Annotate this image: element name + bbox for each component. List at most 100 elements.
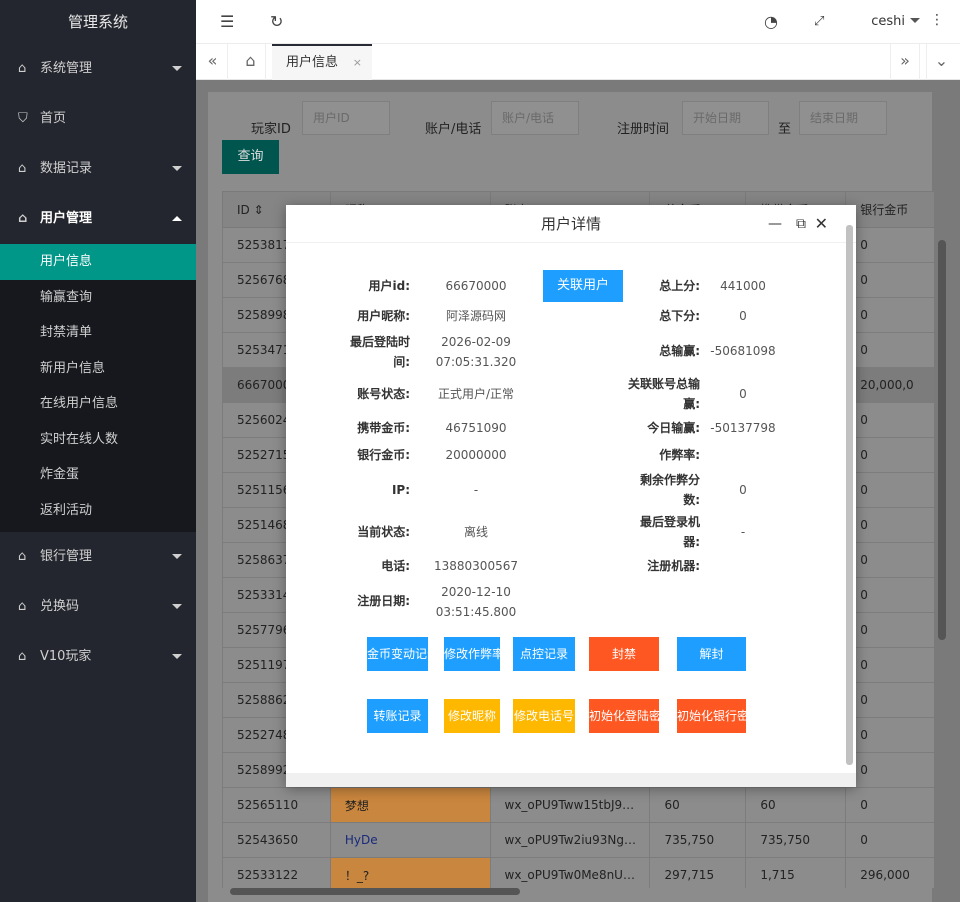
tab-bar: « ⌂ 用户信息 × » ⌄: [196, 44, 960, 80]
menu-label: 用户管理: [40, 211, 93, 226]
modify-nickname-button[interactable]: 修改昵称: [444, 699, 500, 733]
point-control-record-button[interactable]: 点控记录: [513, 637, 575, 671]
player-id-label: 玩家ID: [251, 122, 291, 137]
table-cell: 20,000,0: [845, 367, 934, 403]
user-detail-modal: 用户详情 — ⧉ ✕ 用户id: 66670000 关联用户 用户昵称: 阿泽源…: [286, 205, 856, 787]
modify-phone-button[interactable]: 修改电话号: [513, 699, 575, 733]
table-cell: 0: [845, 402, 934, 438]
submenu-online-users[interactable]: 在线用户信息: [0, 386, 196, 422]
chevron-down-icon: [172, 654, 182, 659]
minimize-icon[interactable]: —: [768, 205, 782, 243]
table-cell: 0: [845, 332, 934, 368]
collapse-menu-icon[interactable]: ☰: [220, 12, 234, 31]
table-row[interactable]: 52565110 梦想 wx_oPU9Tww15tbJ9… 60 60 0: [222, 787, 934, 823]
submenu-user-info[interactable]: 用户信息: [0, 244, 196, 280]
table-cell: 0: [845, 612, 934, 648]
submenu-realtime-online[interactable]: 实时在线人数: [0, 422, 196, 458]
menu-user-management[interactable]: ⌂ 用户管理: [0, 194, 196, 244]
menu-label: V10玩家: [40, 649, 92, 664]
modal-header: 用户详情 — ⧉ ✕: [286, 205, 856, 243]
menu-system[interactable]: ⌂ 系统管理: [0, 44, 196, 94]
table-cell: 0: [845, 542, 934, 578]
gold-change-record-button[interactable]: 金币变动记录: [367, 637, 428, 671]
transfer-record-button[interactable]: 转账记录: [367, 699, 428, 733]
table-horizontal-scrollbar[interactable]: [230, 888, 520, 895]
refresh-icon[interactable]: ↻: [270, 12, 283, 31]
close-icon[interactable]: ×: [353, 46, 362, 80]
link-user-button[interactable]: 关联用户: [543, 270, 623, 302]
home-tab-icon[interactable]: ⌂: [236, 44, 266, 80]
table-row[interactable]: 52543650 HyDe wx_oPU9Tw2iu93Ng… 735,750 735,…: [222, 822, 934, 858]
today-win-loss-value: -50137798: [710, 421, 776, 435]
menu-home[interactable]: ⛉ 首页: [0, 94, 196, 144]
user-menu[interactable]: ceshi: [871, 14, 920, 29]
home-icon: ⌂: [18, 161, 27, 176]
last-login-machine-value: -: [740, 525, 746, 539]
submenu-win-loss[interactable]: 输赢查询: [0, 280, 196, 316]
reset-bank-password-button[interactable]: 初始化银行密码: [677, 699, 746, 733]
linked-win-loss-label: 关联账号总输赢:: [627, 377, 700, 411]
ip-label: IP:: [391, 483, 410, 497]
table-cell: 1,715: [745, 857, 847, 888]
fullscreen-icon[interactable]: ⤢: [814, 14, 824, 29]
menu-label: 兑换码: [40, 599, 80, 614]
chevron-up-icon: [172, 216, 182, 221]
table-cell: 297,715: [649, 857, 747, 888]
menu-label: 系统管理: [40, 61, 93, 76]
unban-button[interactable]: 解封: [677, 637, 746, 671]
table-cell: 735,750: [649, 822, 747, 858]
submenu-golden-egg[interactable]: 炸金蛋: [0, 457, 196, 493]
more-vertical-icon[interactable]: ⋮: [930, 12, 944, 28]
menu-label: 银行管理: [40, 549, 93, 564]
chevron-down-icon: [172, 66, 182, 71]
tab-user-info[interactable]: 用户信息 ×: [272, 44, 372, 80]
column-header: 银行金币: [845, 191, 934, 228]
ban-button[interactable]: 封禁: [589, 637, 659, 671]
theme-palette-icon[interactable]: ◔: [764, 12, 778, 31]
table-cell: 0: [845, 752, 934, 788]
tabs-scroll-left-icon[interactable]: «: [198, 44, 228, 80]
total-win-loss-label: 总输赢:: [659, 344, 700, 358]
table-vertical-scrollbar[interactable]: [938, 240, 946, 640]
end-date-input[interactable]: 结束日期: [799, 101, 887, 135]
account-input[interactable]: 账户/电话: [491, 101, 579, 135]
submenu-rebate[interactable]: 返利活动: [0, 493, 196, 529]
menu-label: 首页: [40, 111, 67, 126]
start-date-input[interactable]: 开始日期: [682, 101, 769, 135]
maximize-icon[interactable]: ⧉: [796, 205, 806, 243]
table-cell: ！_?: [329, 857, 491, 888]
table-cell: 0: [845, 297, 934, 333]
modal-scrollbar[interactable]: [846, 225, 853, 765]
tabs-menu-chevron-icon[interactable]: ⌄: [926, 44, 956, 80]
cheat-rate-label: 作弊率:: [659, 448, 700, 462]
total-win-loss-value: -50681098: [710, 344, 776, 358]
carry-gold-label: 携带金币:: [357, 421, 410, 435]
close-icon[interactable]: ✕: [815, 205, 828, 243]
reg-date-value: 2020-12-10 03:51:45.800: [435, 585, 517, 619]
query-button[interactable]: 查询: [222, 140, 279, 174]
user-id-value: 66670000: [445, 279, 507, 293]
tabs-scroll-right-icon[interactable]: »: [890, 44, 920, 80]
total-withdraw-value: 0: [739, 309, 747, 323]
last-login-value: 2026-02-09 07:05:31.320: [435, 335, 517, 369]
player-id-input[interactable]: 用户ID: [302, 101, 390, 135]
menu-data-records[interactable]: ⌂ 数据记录: [0, 144, 196, 194]
menu-label: 数据记录: [40, 161, 93, 176]
modify-cheat-rate-button[interactable]: 修改作弊率: [444, 637, 500, 671]
table-cell: 735,750: [745, 822, 847, 858]
menu-bank[interactable]: ⌂ 银行管理: [0, 532, 196, 582]
reset-login-password-button[interactable]: 初始化登陆密码: [589, 699, 659, 733]
submenu-ban-list[interactable]: 封禁清单: [0, 315, 196, 351]
home-icon: ⌂: [18, 211, 28, 226]
table-cell: 296,000: [845, 857, 934, 888]
account-status-label: 账号状态:: [357, 387, 410, 401]
submenu-new-users[interactable]: 新用户信息: [0, 351, 196, 387]
menu-redeem-code[interactable]: ⌂ 兑换码: [0, 582, 196, 632]
table-cell: 52543650: [222, 822, 331, 858]
total-deposit-label: 总上分:: [659, 279, 700, 293]
chevron-down-icon: [172, 166, 182, 171]
table-row[interactable]: 52533122 ！_? wx_oPU9Tw0Me8nU… 297,715 1,715 2…: [222, 857, 934, 888]
phone-value: 13880300567: [434, 559, 518, 573]
table-cell: 52533122: [222, 857, 331, 888]
menu-v10[interactable]: ⌂ V10玩家: [0, 632, 196, 682]
